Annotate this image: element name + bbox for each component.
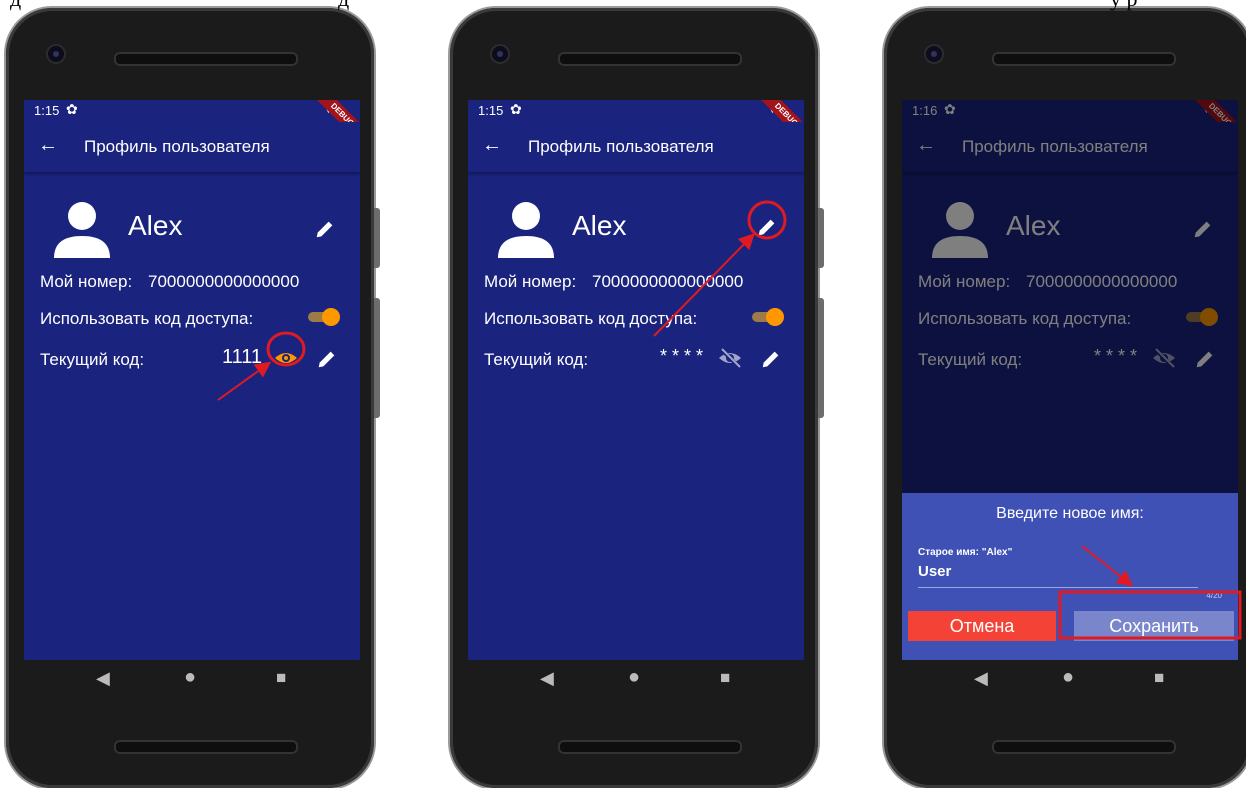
- phone-frame-3: 1:16 ✿ ▼▮ DEBUG ← Профиль пользователя A…: [884, 8, 1246, 788]
- screen-3: 1:16 ✿ ▼▮ DEBUG ← Профиль пользователя A…: [902, 100, 1238, 660]
- system-nav-bar: ◀ ● ■: [24, 652, 360, 712]
- phone-label: Мой номер:: [484, 272, 577, 291]
- dialog-heading: Введите новое имя:: [996, 505, 1144, 522]
- access-code-toggle[interactable]: [752, 308, 784, 326]
- square-recent-icon[interactable]: ■: [1154, 668, 1164, 688]
- caption-fragment-right: у р: [1110, 0, 1138, 12]
- front-camera: [492, 46, 508, 62]
- side-button: [818, 298, 824, 418]
- circle-home-icon[interactable]: ●: [628, 666, 640, 689]
- pencil-icon[interactable]: [314, 218, 336, 240]
- side-button: [374, 208, 380, 268]
- back-arrow-icon[interactable]: ←: [38, 134, 58, 157]
- access-code-label: Использовать код доступа:: [40, 309, 254, 328]
- front-camera: [926, 46, 942, 62]
- current-code-label: Текущий код:: [484, 350, 589, 369]
- side-button: [374, 298, 380, 418]
- app-bar: ← Профиль пользователя: [24, 122, 360, 172]
- gear-icon: ✿: [66, 101, 78, 117]
- save-button[interactable]: Сохранить: [1074, 611, 1234, 641]
- eye-icon[interactable]: [274, 346, 298, 370]
- phone-label: Мой номер:: [40, 272, 133, 291]
- front-camera: [48, 46, 64, 62]
- phone-frame-2: 1:15 ✿ ▼▮ DEBUG ← Профиль пользователя A…: [450, 8, 824, 788]
- back-arrow-icon[interactable]: ←: [482, 134, 502, 157]
- caption-fragment-mid: д: [338, 0, 349, 12]
- system-nav-bar: ◀ ● ■: [468, 652, 804, 712]
- user-name: Alex: [572, 210, 627, 241]
- cancel-button[interactable]: Отмена: [908, 611, 1056, 641]
- current-code-value: 1111: [222, 346, 263, 368]
- rename-bottom-sheet: Введите новое имя: Старое имя: "Alex" Us…: [902, 493, 1238, 660]
- app-bar: ← Профиль пользователя: [468, 122, 804, 172]
- toggle-knob: [322, 308, 340, 326]
- access-code-label: Использовать код доступа:: [484, 309, 698, 328]
- side-button: [818, 208, 824, 268]
- pencil-icon[interactable]: [316, 348, 338, 370]
- status-bar: 1:15 ✿ ▼▮: [24, 100, 360, 122]
- phone-frame-1: 1:15 ✿ ▼▮ DEBUG ← Профиль пользователя A…: [6, 8, 380, 788]
- circle-home-icon[interactable]: ●: [184, 666, 196, 689]
- access-code-toggle[interactable]: [308, 308, 340, 326]
- square-recent-icon[interactable]: ■: [276, 668, 286, 688]
- status-time: 1:15: [478, 103, 504, 118]
- pencil-icon[interactable]: [760, 348, 782, 370]
- person-icon: [54, 202, 110, 258]
- bottom-speaker: [114, 740, 298, 754]
- pencil-icon[interactable]: [756, 216, 778, 238]
- toggle-knob: [766, 308, 784, 326]
- system-nav-bar: ◀ ● ■: [902, 652, 1238, 712]
- earpiece-speaker: [992, 52, 1176, 66]
- caption-fragment-left: д: [10, 0, 21, 12]
- gear-icon: ✿: [510, 101, 522, 117]
- triangle-back-icon[interactable]: ◀: [540, 668, 554, 689]
- person-icon: [498, 202, 554, 258]
- status-time: 1:15: [34, 103, 60, 118]
- triangle-back-icon[interactable]: ◀: [974, 668, 988, 689]
- bottom-speaker: [558, 740, 742, 754]
- name-input[interactable]: User: [918, 563, 951, 580]
- triangle-back-icon[interactable]: ◀: [96, 668, 110, 689]
- square-recent-icon[interactable]: ■: [720, 668, 730, 688]
- name-field-label: Старое имя: "Alex": [918, 547, 1013, 558]
- current-code-value: * * * *: [660, 346, 704, 366]
- status-bar: 1:15 ✿ ▼▮: [468, 100, 804, 122]
- page-title: Профиль пользователя: [84, 137, 270, 156]
- current-code-label: Текущий код:: [40, 350, 145, 369]
- phone-value: 7000000000000000: [592, 272, 744, 291]
- page-title: Профиль пользователя: [528, 137, 714, 156]
- earpiece-speaker: [114, 52, 298, 66]
- char-counter: 4/20: [1206, 591, 1222, 600]
- screen-1: 1:15 ✿ ▼▮ DEBUG ← Профиль пользователя A…: [24, 100, 360, 660]
- bottom-speaker: [992, 740, 1176, 754]
- user-name: Alex: [128, 210, 183, 241]
- eye-off-icon[interactable]: [718, 346, 742, 370]
- earpiece-speaker: [558, 52, 742, 66]
- screen-2: 1:15 ✿ ▼▮ DEBUG ← Профиль пользователя A…: [468, 100, 804, 660]
- circle-home-icon[interactable]: ●: [1062, 666, 1074, 689]
- name-input-underline: [918, 587, 1198, 588]
- phone-value: 7000000000000000: [148, 272, 300, 291]
